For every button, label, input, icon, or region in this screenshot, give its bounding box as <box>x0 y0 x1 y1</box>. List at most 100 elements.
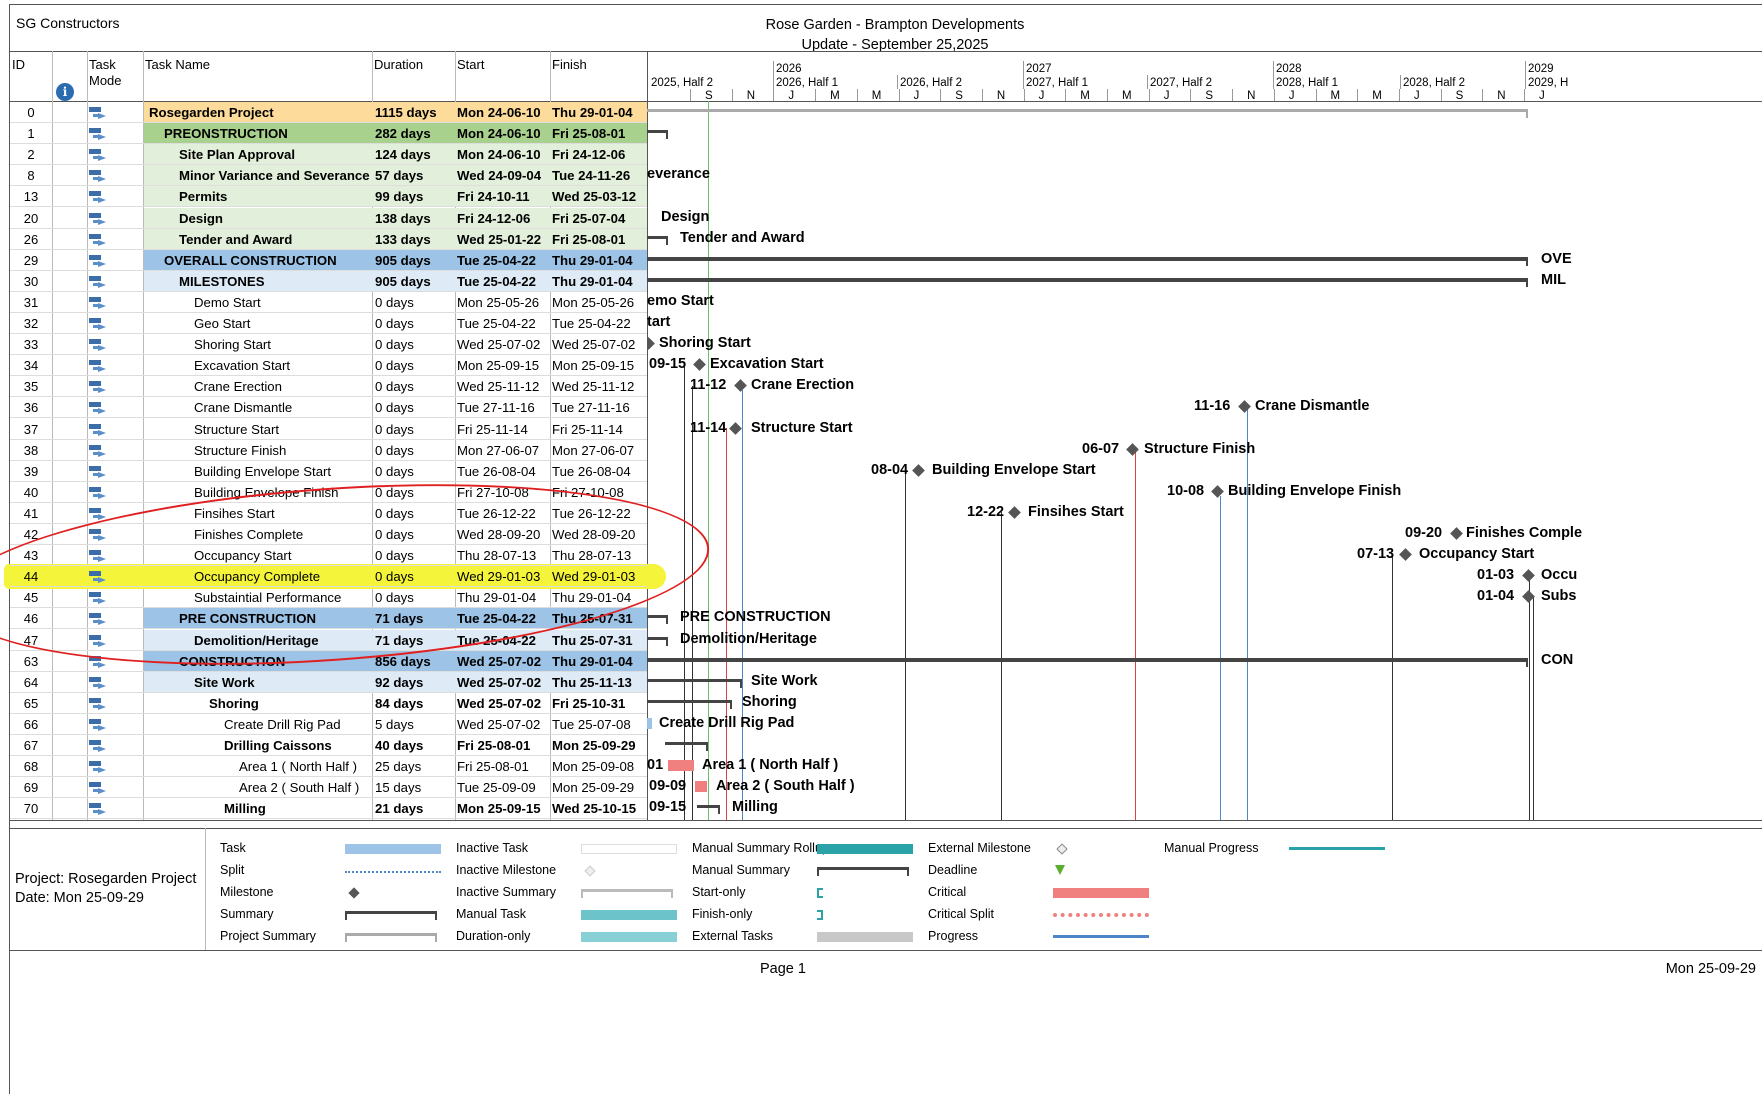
task-finish: Fri 25-10-31 <box>552 695 626 711</box>
col-header-task-mode-line2: Mode <box>89 73 122 88</box>
row-id: 68 <box>23 759 39 775</box>
task-finish: Tue 24-11-26 <box>552 168 631 184</box>
timescale-tick <box>815 89 817 101</box>
table-row[interactable]: 64 Site Work 92 days Wed 25-07-02 Thu 25-11-… <box>10 671 647 693</box>
legend-swatch <box>817 844 913 854</box>
table-row[interactable]: 66 Create Drill Rig Pad 5 days Wed 25-07-02… <box>10 714 647 735</box>
task-finish: Thu 29-01-04 <box>552 653 633 669</box>
company-name: SG Constructors <box>16 15 120 31</box>
table-row[interactable]: 8 Minor Variance and Severance 57 days Wed … <box>10 165 647 187</box>
timescale-half: 2029, H <box>1528 77 1569 89</box>
task-start: Wed 25-07-02 <box>457 695 542 711</box>
task-finish: Mon 25-09-15 <box>552 358 635 374</box>
footer-date: Mon 25-09-29 <box>1665 961 1756 977</box>
milestone-diamond <box>1211 484 1224 498</box>
task-name: Geo Start <box>194 316 251 331</box>
legend-label: Deadline <box>928 863 978 877</box>
task-bar <box>647 717 652 729</box>
milestone-diamond <box>1522 569 1535 583</box>
task-duration: 282 days <box>375 126 431 142</box>
task-finish: Fri 25-08-01 <box>552 126 626 142</box>
auto-scheduled-icon <box>89 803 107 816</box>
table-row[interactable]: 13 Permits 99 days Fri 24-10-11 Wed 25-03-12 <box>10 186 647 208</box>
legend-swatch <box>1053 913 1149 917</box>
legend-project-date: Date: Mon 25-09-29 <box>15 890 144 906</box>
gantt-label-date: 12-22 <box>967 503 1005 520</box>
table-row[interactable]: 35 Crane Erection 0 days Wed 25-11-12 Wed 25… <box>10 376 647 398</box>
timescale-tick <box>1147 75 1148 89</box>
table-row[interactable]: 1 PREONSTRUCTION 282 days Mon 24-06-10 Fri 2… <box>10 123 647 145</box>
summary-bar <box>647 109 1527 112</box>
auto-scheduled-icon <box>89 676 107 689</box>
gantt-chart: everance Design Tender and Award OVE MIL emo … <box>647 101 1762 821</box>
task-start: Tue 25-04-22 <box>457 316 536 331</box>
col-header-duration[interactable]: Duration <box>374 57 423 73</box>
row-id: 8 <box>27 168 35 184</box>
table-row[interactable]: 37 Structure Start 0 days Fri 25-11-14 Fri 2… <box>10 419 647 440</box>
table-row[interactable]: 67 Drilling Caissons 40 days Fri 25-08-01 Mo… <box>10 735 647 757</box>
row-id: 33 <box>23 337 39 353</box>
table-row[interactable]: 68 Area 1 ( North Half ) 25 days Fri 25-08-… <box>10 756 647 778</box>
task-name: Shoring Start <box>194 337 271 353</box>
summary-bar-end <box>730 699 732 709</box>
task-name: Area 1 ( North Half ) <box>239 759 357 775</box>
table-row[interactable]: 26 Tender and Award 133 days Wed 25-01-22 Fr… <box>10 228 647 250</box>
col-header-task-mode[interactable]: Task Mode <box>89 57 122 89</box>
table-row[interactable]: 39 Building Envelope Start 0 days Tue 26-08… <box>10 461 647 482</box>
task-duration: 84 days <box>375 695 424 711</box>
timescale-tick <box>1315 89 1317 101</box>
col-header-finish[interactable]: Finish <box>552 57 587 73</box>
legend-label: Project Summary <box>220 929 316 943</box>
table-row[interactable]: 30 MILESTONES 905 days Tue 25-04-22 Thu 29-0… <box>10 270 647 292</box>
timescale-tick <box>1524 89 1525 101</box>
col-header-id[interactable]: ID <box>12 57 25 73</box>
milestone-diamond <box>734 379 747 393</box>
task-finish: Mon 25-09-29 <box>552 780 635 796</box>
gantt-label-date: 09-20 <box>1405 525 1443 541</box>
col-header-task-name[interactable]: Task Name <box>145 57 210 73</box>
table-row[interactable]: 0 Rosegarden Project 1115 days Mon 24-06-10… <box>10 102 647 124</box>
table-row[interactable]: 38 Structure Finish 0 days Mon 27-06-07 Mon … <box>10 440 647 461</box>
task-duration: 5 days <box>375 716 414 732</box>
timescale-tick <box>1398 89 1400 101</box>
table-row[interactable]: 2 Site Plan Approval 124 days Mon 24-06-10 F… <box>10 144 647 166</box>
report-title-line1: Rose Garden - Brampton Developments <box>765 17 1025 33</box>
table-row[interactable]: 65 Shoring 84 days Wed 25-07-02 Fri 25-10-31 <box>10 693 647 714</box>
table-row[interactable]: 33 Shoring Start 0 days Wed 25-07-02 Wed 25-… <box>10 334 647 356</box>
task-finish: Thu 25-11-13 <box>552 674 632 690</box>
row-id: 37 <box>23 421 39 437</box>
gantt-label-date: 11-14 <box>690 419 727 436</box>
table-row[interactable]: 36 Crane Dismantle 0 days Tue 27-11-16 Tue 2… <box>10 397 647 419</box>
task-finish: Tue 25-07-08 <box>552 716 631 732</box>
legend-label: Critical Split <box>928 907 994 921</box>
milestone-diamond <box>1399 548 1412 561</box>
gantt-label: Tender and Award <box>680 229 805 246</box>
report-title-line2: Update - September 25,2025 <box>801 37 989 53</box>
auto-scheduled-icon <box>89 507 107 520</box>
row-id: 20 <box>23 210 39 226</box>
table-row[interactable]: 32 Geo Start 0 days Tue 25-04-22 Tue 25-04-2… <box>10 313 647 335</box>
table-row[interactable]: 29 OVERALL CONSTRUCTION 905 days Tue 25-04-… <box>10 249 647 271</box>
table-row[interactable]: 20 Design 138 days Fri 24-12-06 Fri 25-07-04 <box>10 207 647 229</box>
table-row[interactable]: 70 Milling 21 days Mon 25-09-15 Wed 25-10-15 <box>10 798 647 820</box>
auto-scheduled-icon <box>89 402 107 415</box>
legend-swatch <box>581 932 677 942</box>
task-duration: 0 days <box>375 316 414 331</box>
col-header-start[interactable]: Start <box>457 57 484 73</box>
gantt-label: Design <box>661 208 710 225</box>
legend-label: External Milestone <box>928 841 1031 855</box>
task-start: Tue 25-04-22 <box>457 273 536 289</box>
task-duration: 21 days <box>375 801 424 817</box>
gantt-label: Occupancy Start <box>1419 546 1535 563</box>
timescale-tick <box>1065 89 1067 101</box>
gantt-label-date: 11-12 <box>690 377 727 394</box>
milestone-diamond <box>912 463 925 477</box>
task-duration: 0 days <box>375 358 414 374</box>
table-row[interactable]: 69 Area 2 ( South Half ) 15 days Tue 25-09-… <box>10 777 647 799</box>
table-row[interactable]: 31 Demo Start 0 days Mon 25-05-26 Mon 25-05-… <box>10 292 647 313</box>
summary-bar-end <box>740 678 742 688</box>
table-row[interactable]: 34 Excavation Start 0 days Mon 25-09-15 Mon … <box>10 355 647 377</box>
task-start: Mon 24-06-10 <box>457 105 541 120</box>
task-start: Mon 24-06-10 <box>457 126 541 142</box>
row-id: 41 <box>23 505 39 521</box>
